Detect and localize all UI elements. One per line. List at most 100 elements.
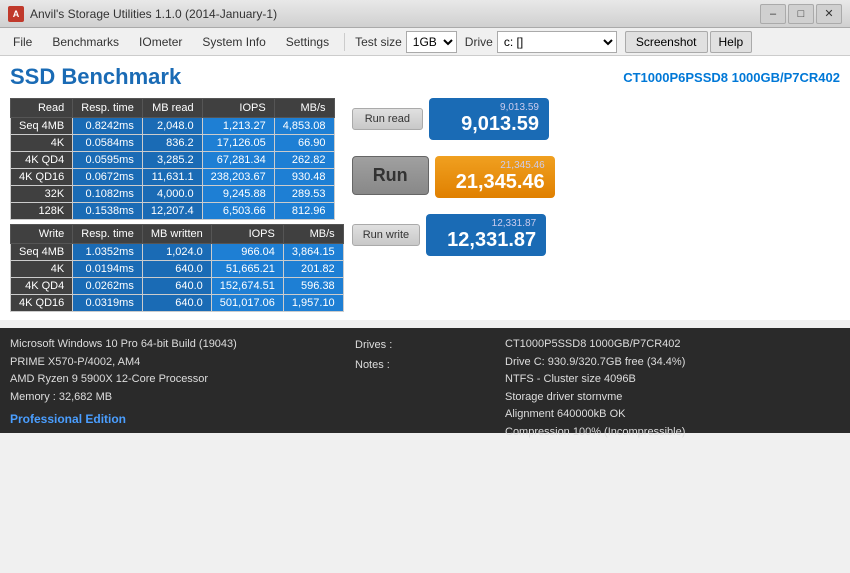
cell-mb: 3,285.2 bbox=[142, 152, 202, 169]
help-button[interactable]: Help bbox=[710, 31, 753, 53]
drive-storage-driver: Storage driver stornvme bbox=[505, 389, 840, 407]
row-label: 32K bbox=[11, 186, 73, 203]
run-score-big: 21,345.46 bbox=[445, 171, 545, 194]
col-mb-write: MB written bbox=[142, 225, 211, 244]
col-iops-w: IOPS bbox=[211, 225, 283, 244]
table-row: 4K QD16 0.0672ms 11,631.1 238,203.67 930… bbox=[11, 169, 335, 186]
cell-mb: 1,024.0 bbox=[142, 244, 211, 261]
row-label: 4K QD4 bbox=[11, 278, 73, 295]
drive-info: CT1000P5SSD8 1000GB/P7CR402 Drive C: 930… bbox=[505, 336, 840, 425]
drive-alignment: Alignment 640000kB OK bbox=[505, 406, 840, 424]
cell-resp: 0.8242ms bbox=[73, 118, 143, 135]
drive-compression: Compression 100% (Incompressible) bbox=[505, 424, 840, 442]
run-score-small: 21,345.46 bbox=[445, 160, 545, 171]
table-row: 128K 0.1538ms 12,207.4 6,503.66 812.96 bbox=[11, 203, 335, 220]
cell-mbs: 4,853.08 bbox=[274, 118, 334, 135]
title-bar: A Anvil's Storage Utilities 1.1.0 (2014-… bbox=[0, 0, 850, 28]
test-size-select[interactable]: 1GB bbox=[406, 31, 457, 53]
run-read-button[interactable]: Run read bbox=[352, 108, 423, 130]
cell-resp: 0.0672ms bbox=[73, 169, 143, 186]
drive-label: Drive bbox=[465, 35, 493, 49]
col-resp-time-w: Resp. time bbox=[73, 225, 143, 244]
cell-iops: 1,213.27 bbox=[202, 118, 274, 135]
table-row: 32K 0.1082ms 4,000.0 9,245.88 289.53 bbox=[11, 186, 335, 203]
write-score-small: 12,331.87 bbox=[436, 218, 536, 229]
cell-mbs: 812.96 bbox=[274, 203, 334, 220]
system-info: Microsoft Windows 10 Pro 64-bit Build (1… bbox=[10, 336, 345, 425]
row-label: 4K QD4 bbox=[11, 152, 73, 169]
memory-info: Memory : 32,682 MB bbox=[10, 389, 345, 407]
cell-mbs: 289.53 bbox=[274, 186, 334, 203]
benchmark-drive-label: CT1000P6PSSD8 1000GB/P7CR402 bbox=[623, 70, 840, 85]
drive-model: CT1000P5SSD8 1000GB/P7CR402 bbox=[505, 336, 840, 354]
cell-mb: 4,000.0 bbox=[142, 186, 202, 203]
app-icon: A bbox=[8, 6, 24, 22]
row-label: 128K bbox=[11, 203, 73, 220]
tables-and-scores: Read Resp. time MB read IOPS MB/s Seq 4M… bbox=[10, 98, 840, 312]
table-row: 4K QD16 0.0319ms 640.0 501,017.06 1,957.… bbox=[11, 295, 344, 312]
screenshot-button[interactable]: Screenshot bbox=[625, 31, 708, 53]
main-area: SSD Benchmark CT1000P6PSSD8 1000GB/P7CR4… bbox=[0, 56, 850, 320]
menu-iometer[interactable]: IOmeter bbox=[130, 31, 191, 53]
benchmark-title: SSD Benchmark bbox=[10, 64, 181, 90]
drive-free-space: Drive C: 930.9/320.7GB free (34.4%) bbox=[505, 354, 840, 372]
cell-iops: 501,017.06 bbox=[211, 295, 283, 312]
tables-container: Read Resp. time MB read IOPS MB/s Seq 4M… bbox=[10, 98, 344, 312]
pro-edition-label: Professional Edition bbox=[10, 410, 345, 429]
test-size-label: Test size bbox=[355, 35, 402, 49]
menu-bar: File Benchmarks IOmeter System Info Sett… bbox=[0, 28, 850, 56]
drive-filesystem: NTFS - Cluster size 4096B bbox=[505, 371, 840, 389]
cell-resp: 0.1082ms bbox=[73, 186, 143, 203]
row-label: 4K bbox=[11, 261, 73, 278]
cell-iops: 238,203.67 bbox=[202, 169, 274, 186]
row-label: 4K bbox=[11, 135, 73, 152]
read-table: Read Resp. time MB read IOPS MB/s Seq 4M… bbox=[10, 98, 335, 220]
col-read: Read bbox=[11, 99, 73, 118]
menu-settings[interactable]: Settings bbox=[277, 31, 338, 53]
cell-iops: 6,503.66 bbox=[202, 203, 274, 220]
maximize-button[interactable]: □ bbox=[788, 4, 814, 24]
read-score-big: 9,013.59 bbox=[439, 113, 539, 136]
window-controls: – □ ✕ bbox=[760, 4, 842, 24]
table-row: Seq 4MB 1.0352ms 1,024.0 966.04 3,864.15 bbox=[11, 244, 344, 261]
table-row: 4K 0.0194ms 640.0 51,665.21 201.82 bbox=[11, 261, 344, 278]
col-iops: IOPS bbox=[202, 99, 274, 118]
run-write-button[interactable]: Run write bbox=[352, 224, 420, 246]
score-panel: Run read 9,013.59 9,013.59 Run 21,345.46… bbox=[352, 98, 555, 312]
cell-iops: 51,665.21 bbox=[211, 261, 283, 278]
menu-separator-1 bbox=[344, 33, 345, 51]
os-info: Microsoft Windows 10 Pro 64-bit Build (1… bbox=[10, 336, 345, 354]
write-table: Write Resp. time MB written IOPS MB/s Se… bbox=[10, 224, 344, 312]
menu-file[interactable]: File bbox=[4, 31, 41, 53]
cell-resp: 0.0194ms bbox=[73, 261, 143, 278]
cell-mbs: 930.48 bbox=[274, 169, 334, 186]
cell-mb: 2,048.0 bbox=[142, 118, 202, 135]
cell-iops: 67,281.34 bbox=[202, 152, 274, 169]
minimize-button[interactable]: – bbox=[760, 4, 786, 24]
close-button[interactable]: ✕ bbox=[816, 4, 842, 24]
table-row: 4K 0.0584ms 836.2 17,126.05 66.90 bbox=[11, 135, 335, 152]
run-main-button[interactable]: Run bbox=[352, 156, 429, 195]
cell-mb: 640.0 bbox=[142, 295, 211, 312]
cell-resp: 0.1538ms bbox=[73, 203, 143, 220]
table-row: Seq 4MB 0.8242ms 2,048.0 1,213.27 4,853.… bbox=[11, 118, 335, 135]
read-score-small: 9,013.59 bbox=[439, 102, 539, 113]
cell-resp: 0.0595ms bbox=[73, 152, 143, 169]
run-main-group: Run 21,345.46 21,345.46 bbox=[352, 156, 555, 198]
menu-system-info[interactable]: System Info bbox=[193, 31, 274, 53]
read-score-display: 9,013.59 9,013.59 bbox=[429, 98, 549, 140]
cpu-info: AMD Ryzen 9 5900X 12-Core Processor bbox=[10, 371, 345, 389]
cell-mb: 11,631.1 bbox=[142, 169, 202, 186]
run-write-group: Run write 12,331.87 12,331.87 bbox=[352, 214, 546, 256]
bottom-info: Microsoft Windows 10 Pro 64-bit Build (1… bbox=[0, 328, 850, 433]
cell-resp: 0.0262ms bbox=[73, 278, 143, 295]
row-label: 4K QD16 bbox=[11, 169, 73, 186]
motherboard-info: PRIME X570-P/4002, AM4 bbox=[10, 354, 345, 372]
write-score-big: 12,331.87 bbox=[436, 229, 536, 252]
menu-benchmarks[interactable]: Benchmarks bbox=[43, 31, 128, 53]
title-bar-text: Anvil's Storage Utilities 1.1.0 (2014-Ja… bbox=[30, 7, 760, 21]
cell-resp: 1.0352ms bbox=[73, 244, 143, 261]
cell-mbs: 1,957.10 bbox=[283, 295, 343, 312]
drive-select[interactable]: c: [] bbox=[497, 31, 617, 53]
row-label: Seq 4MB bbox=[11, 244, 73, 261]
